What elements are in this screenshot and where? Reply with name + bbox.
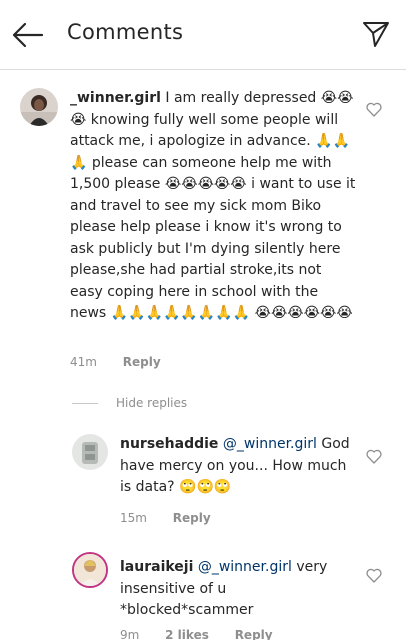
reply-time: 15m (120, 511, 147, 525)
heart-icon[interactable] (366, 449, 382, 464)
reply-button[interactable]: Reply (123, 355, 161, 369)
likes-count[interactable]: 2 likes (165, 628, 209, 640)
avatar[interactable] (72, 552, 108, 588)
heart-icon[interactable] (366, 102, 382, 117)
reply-button[interactable]: Reply (235, 628, 273, 640)
comment-meta: 41m Reply (70, 355, 183, 369)
comment-username[interactable]: _winner.girl (70, 90, 161, 106)
paper-plane-icon[interactable] (362, 20, 390, 48)
reply-username[interactable]: nursehaddie (120, 436, 218, 452)
reply-body: nursehaddie @_winner.girl God have mercy… (120, 434, 358, 499)
reply-meta: 9m 2 likes Reply (120, 628, 295, 640)
comment-body: _winner.girl I am really depressed 😭😭😭 k… (70, 88, 358, 325)
hide-replies-button[interactable]: Hide replies (72, 396, 187, 410)
comment-text: I am really depressed 😭😭😭 knowing fully … (70, 90, 356, 321)
heart-icon[interactable] (366, 568, 382, 583)
page-title: Comments (67, 20, 184, 44)
arrow-left-icon[interactable] (12, 20, 44, 50)
reply-body: lauraikeji @_winner.girl very insensitiv… (120, 557, 358, 622)
mention-link[interactable]: @_winner.girl (198, 559, 292, 575)
mention-link[interactable]: @_winner.girl (223, 436, 317, 452)
reply-meta: 15m Reply (120, 511, 233, 525)
avatar[interactable] (20, 88, 58, 126)
reply-time: 9m (120, 628, 140, 640)
reply-username[interactable]: lauraikeji (120, 559, 193, 575)
top-bar: Comments (0, 0, 406, 70)
hide-replies-label: Hide replies (116, 396, 188, 410)
comment-time: 41m (70, 355, 97, 369)
avatar[interactable] (72, 434, 108, 470)
reply-button[interactable]: Reply (173, 511, 211, 525)
divider-line (72, 402, 98, 404)
